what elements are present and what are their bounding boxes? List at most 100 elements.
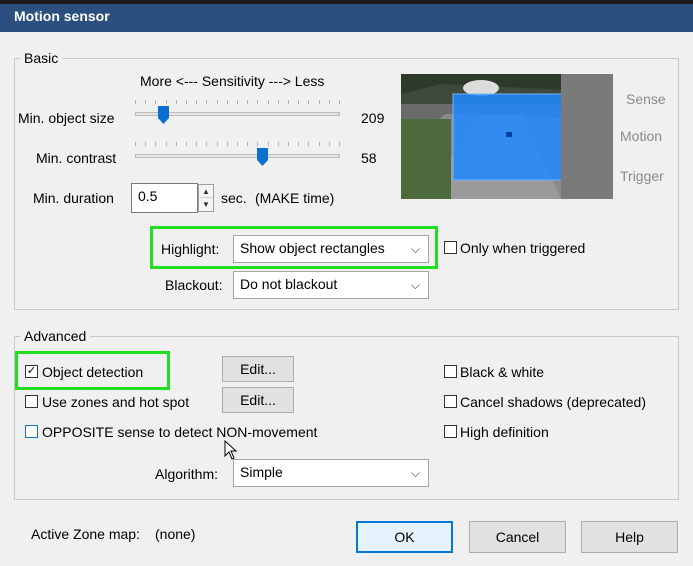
high-definition-checkbox[interactable] <box>444 425 457 438</box>
slider-tick <box>268 100 269 104</box>
object-detection-checkbox[interactable]: ✓ <box>25 365 38 378</box>
min-duration-spinner[interactable]: ▲ ▼ <box>198 184 214 212</box>
edit-zones-button[interactable]: Edit... <box>222 387 294 413</box>
camera-preview <box>401 74 613 199</box>
slider-tick <box>247 142 248 146</box>
ok-button[interactable]: OK <box>356 521 453 553</box>
slider-tick <box>308 142 309 146</box>
min-object-size-value: 209 <box>361 110 385 126</box>
slider-tick <box>227 100 228 104</box>
min-duration-input[interactable]: 0.5 <box>131 183 198 213</box>
slider-tick <box>196 100 197 104</box>
slider-tick <box>135 142 136 146</box>
min-contrast-label: Min. contrast <box>36 150 117 166</box>
min-object-size-ticks <box>135 100 340 104</box>
min-duration-unit: sec. <box>221 190 247 206</box>
slider-tick <box>186 142 187 146</box>
min-duration-note: (MAKE time) <box>255 190 335 206</box>
highlight-label: Highlight: <box>161 241 220 257</box>
help-button[interactable]: Help <box>581 521 678 553</box>
slider-tick <box>329 142 330 146</box>
high-definition-label[interactable]: High definition <box>460 424 549 440</box>
slider-tick <box>217 142 218 146</box>
min-duration-label: Min. duration <box>33 190 114 206</box>
slider-tick <box>288 100 289 104</box>
basic-group-label: Basic <box>20 50 63 66</box>
slider-tick <box>145 142 146 146</box>
camera-preview-image <box>401 74 613 199</box>
slider-tick <box>329 100 330 104</box>
advanced-group-label: Advanced <box>20 328 91 344</box>
spin-up-icon[interactable]: ▲ <box>199 185 213 198</box>
active-zone-label: Active Zone map: <box>31 526 140 542</box>
spin-down-icon[interactable]: ▼ <box>199 198 213 211</box>
edit-object-detection-button[interactable]: Edit... <box>222 356 294 382</box>
object-detection-label[interactable]: Object detection <box>42 364 143 380</box>
algorithm-label: Algorithm: <box>155 466 219 482</box>
help-button-label: Help <box>615 529 644 545</box>
black-white-label[interactable]: Black & white <box>460 364 544 380</box>
blackout-selected: Do not blackout <box>240 276 338 292</box>
slider-tick <box>257 100 258 104</box>
trigger-label: Trigger <box>620 168 664 184</box>
motion-label: Motion <box>620 128 663 144</box>
slider-tick <box>278 142 279 146</box>
slider-tick <box>257 142 258 146</box>
min-duration-value: 0.5 <box>138 188 158 204</box>
min-contrast-slider-thumb[interactable] <box>257 148 269 166</box>
slider-tick <box>176 100 177 104</box>
use-zones-checkbox[interactable] <box>25 395 38 408</box>
only-when-triggered-checkbox[interactable] <box>444 241 457 254</box>
slider-tick <box>339 100 340 104</box>
chevron-down-icon: ⌵ <box>410 242 420 256</box>
edit-button-label: Edit... <box>240 392 276 408</box>
cancel-shadows-label[interactable]: Cancel shadows (deprecated) <box>460 394 646 410</box>
slider-tick <box>319 100 320 104</box>
title-bar: Motion sensor <box>0 0 693 32</box>
slider-tick <box>145 100 146 104</box>
sensitivity-label: More <--- Sensitivity ---> Less <box>140 73 325 89</box>
mouse-cursor-icon <box>224 440 238 460</box>
slider-tick <box>155 142 156 146</box>
cancel-shadows-checkbox[interactable] <box>444 395 457 408</box>
slider-tick <box>166 100 167 104</box>
slider-tick <box>288 142 289 146</box>
slider-tick <box>135 100 136 104</box>
slider-tick <box>227 142 228 146</box>
min-contrast-ticks <box>135 142 340 146</box>
blackout-select[interactable]: Do not blackout ⌵ <box>233 271 429 299</box>
min-object-size-label: Min. object size <box>18 110 115 126</box>
slider-tick <box>339 142 340 146</box>
highlight-selected: Show object rectangles <box>240 240 385 256</box>
use-zones-label[interactable]: Use zones and hot spot <box>42 394 189 410</box>
slider-tick <box>166 142 167 146</box>
slider-tick <box>268 142 269 146</box>
slider-tick <box>176 142 177 146</box>
slider-tick <box>206 100 207 104</box>
ok-button-label: OK <box>394 529 415 545</box>
slider-tick <box>206 142 207 146</box>
slider-tick <box>217 100 218 104</box>
black-white-checkbox[interactable] <box>444 365 457 378</box>
slider-tick <box>319 142 320 146</box>
chevron-down-icon: ⌵ <box>410 278 420 292</box>
slider-tick <box>298 100 299 104</box>
window-title: Motion sensor <box>14 8 110 24</box>
cancel-button[interactable]: Cancel <box>469 521 566 553</box>
opposite-sense-label[interactable]: OPPOSITE sense to detect NON-movement <box>42 424 317 440</box>
slider-tick <box>247 100 248 104</box>
top-strip <box>0 0 693 4</box>
slider-tick <box>237 100 238 104</box>
cancel-button-label: Cancel <box>495 529 540 545</box>
active-zone-value: (none) <box>155 526 196 542</box>
slider-tick <box>298 142 299 146</box>
algorithm-select[interactable]: Simple ⌵ <box>233 459 429 487</box>
edit-button-label: Edit... <box>240 361 276 377</box>
only-when-triggered-label[interactable]: Only when triggered <box>460 240 585 256</box>
highlight-select[interactable]: Show object rectangles ⌵ <box>233 235 429 263</box>
min-object-size-slider-thumb[interactable] <box>158 106 170 124</box>
min-contrast-value: 58 <box>361 150 377 166</box>
opposite-sense-checkbox[interactable] <box>25 425 38 438</box>
slider-tick <box>196 142 197 146</box>
min-contrast-slider-track[interactable] <box>135 154 340 158</box>
